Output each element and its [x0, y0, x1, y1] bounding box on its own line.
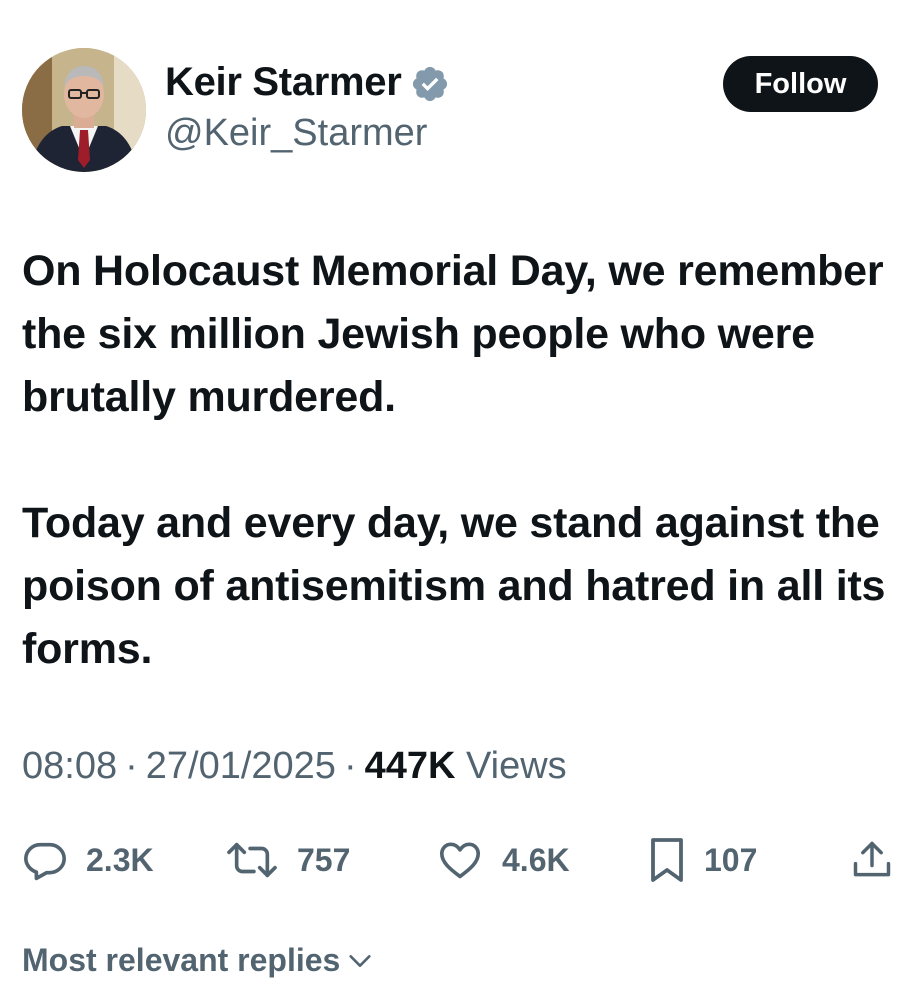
views-label: Views — [466, 745, 567, 787]
share-button[interactable] — [850, 830, 894, 890]
tweet-date[interactable]: 27/01/2025 — [146, 745, 336, 787]
bookmark-button[interactable]: 107 — [648, 830, 757, 890]
verified-badge-icon — [412, 66, 447, 101]
repost-button[interactable]: 757 — [225, 830, 350, 890]
chevron-down-icon — [349, 954, 371, 967]
tweet-meta: 08:08 · 27/01/2025 · 447K Views — [22, 745, 567, 788]
display-name[interactable]: Keir Starmer — [165, 60, 450, 105]
tweet-time[interactable]: 08:08 — [22, 745, 117, 787]
tweet-text: On Holocaust Memorial Day, we remember t… — [22, 240, 902, 681]
repost-count: 757 — [297, 841, 351, 878]
action-bar: 2.3K 757 4.6K 107 — [0, 830, 918, 890]
reply-icon — [24, 842, 66, 881]
reply-button[interactable]: 2.3K — [22, 830, 154, 890]
tweet-paragraph: On Holocaust Memorial Day, we remember t… — [22, 247, 884, 421]
reply-count: 2.3K — [86, 841, 154, 878]
tweet-header: Keir Starmer @Keir_Starmer Follow — [0, 0, 918, 200]
handle[interactable]: @Keir_Starmer — [165, 112, 427, 155]
repost-icon — [227, 842, 277, 878]
replies-sort-dropdown[interactable]: Most relevant replies — [22, 942, 374, 979]
like-count: 4.6K — [502, 841, 570, 878]
display-name-text: Keir Starmer — [165, 60, 402, 104]
follow-button[interactable]: Follow — [723, 56, 878, 112]
tweet-paragraph: Today and every day, we stand against th… — [22, 499, 886, 673]
bookmark-count: 107 — [704, 841, 758, 878]
avatar[interactable] — [22, 48, 146, 172]
replies-sort-label: Most relevant replies — [22, 942, 341, 978]
share-icon — [853, 841, 891, 877]
avatar-image — [22, 48, 146, 172]
bookmark-icon — [651, 838, 683, 882]
separator: · — [125, 745, 138, 787]
separator: · — [343, 745, 357, 787]
like-button[interactable]: 4.6K — [436, 830, 570, 890]
views-count: 447K — [364, 745, 456, 787]
like-icon — [439, 842, 481, 879]
